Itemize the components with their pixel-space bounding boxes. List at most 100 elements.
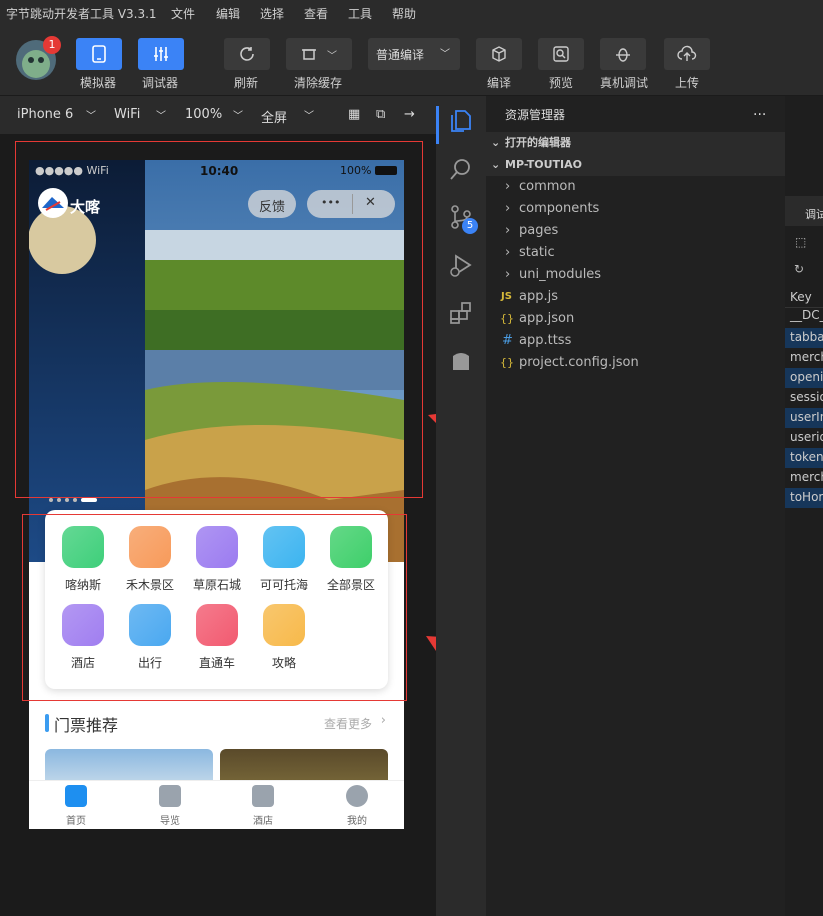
zoom-select[interactable]: 100% xyxy=(185,107,222,122)
refresh-icon[interactable]: ↻ xyxy=(785,260,823,284)
arrow-right-icon[interactable]: → xyxy=(404,107,415,122)
inspect-icon[interactable]: ⬚ xyxy=(785,232,823,256)
storage-key[interactable]: __DC_S xyxy=(790,308,823,322)
preview-icon xyxy=(553,46,569,62)
refresh-icon xyxy=(240,47,254,61)
grid-icon[interactable]: ▦ xyxy=(348,107,360,122)
file-item[interactable]: {} app.json xyxy=(486,308,785,330)
storage-key[interactable]: tabbar xyxy=(790,330,823,344)
files-icon[interactable] xyxy=(448,108,474,134)
debug-tab-bar: 调试 xyxy=(785,196,823,226)
storage-key[interactable]: toHom xyxy=(790,490,823,504)
storage-key[interactable]: openic xyxy=(790,370,823,384)
simulator-button[interactable] xyxy=(76,38,122,70)
tab-guide[interactable]: 导览 xyxy=(140,785,200,827)
chevron-right-icon[interactable]: › xyxy=(381,713,386,728)
tab-label: 导览 xyxy=(160,816,180,827)
toutiao-icon[interactable] xyxy=(448,348,474,374)
menu-select[interactable]: 选择 xyxy=(260,5,284,22)
debug-tab[interactable]: 调试 xyxy=(805,206,823,222)
folder-item[interactable]: › common xyxy=(486,176,785,198)
storage-key-header: Key xyxy=(785,288,823,308)
carousel-dot[interactable] xyxy=(65,498,69,502)
carousel-dot-active[interactable] xyxy=(81,498,97,502)
run-debug-icon[interactable] xyxy=(448,252,474,278)
menu-file[interactable]: 文件 xyxy=(171,5,195,22)
folder-item[interactable]: › static xyxy=(486,242,785,264)
icons-highlight-box xyxy=(22,514,407,701)
folder-item[interactable]: › pages xyxy=(486,220,785,242)
folder-label: pages xyxy=(519,223,559,238)
location-icon xyxy=(159,785,181,807)
compile-button[interactable] xyxy=(476,38,522,70)
chevron-down-icon: ﹀ xyxy=(156,111,166,122)
menu-edit[interactable]: 编辑 xyxy=(216,5,240,22)
chevron-down-icon: ﹀ xyxy=(440,49,450,60)
chevron-down-icon: ﹀ xyxy=(304,111,314,122)
chevron-right-icon: › xyxy=(505,179,511,194)
tab-hotel[interactable]: 酒店 xyxy=(233,785,293,827)
key-header: Key xyxy=(790,290,812,304)
search-icon[interactable] xyxy=(448,156,474,182)
tab-home[interactable]: 首页 xyxy=(46,785,106,827)
file-item[interactable]: JS app.js xyxy=(486,286,785,308)
folder-label: components xyxy=(519,201,600,216)
carousel-dot[interactable] xyxy=(57,498,61,502)
screen-select[interactable]: 全屏 xyxy=(261,107,287,126)
sliders-icon xyxy=(154,47,168,61)
open-editors-label: 打开的编辑器 xyxy=(505,136,571,149)
json-file-icon: {} xyxy=(500,356,514,369)
file-label: app.ttss xyxy=(519,333,572,348)
refresh-button[interactable] xyxy=(224,38,270,70)
menu-help[interactable]: 帮助 xyxy=(392,5,416,22)
more-options-icon[interactable]: ··· xyxy=(753,104,766,126)
section-accent xyxy=(45,714,49,732)
js-file-icon: JS xyxy=(501,291,512,302)
storage-key[interactable]: token xyxy=(790,450,823,464)
storage-key[interactable]: merch xyxy=(790,350,823,364)
menu-bar: 字节跳动开发者工具 V3.3.1 文件 编辑 选择 查看 工具 帮助 xyxy=(0,0,823,26)
chevron-right-icon: › xyxy=(505,201,511,216)
extensions-icon[interactable] xyxy=(448,300,474,326)
real-debug-button[interactable] xyxy=(600,38,646,70)
device-select[interactable]: iPhone 6 xyxy=(17,107,73,122)
clear-cache-button[interactable]: ﹀ xyxy=(286,38,352,70)
active-indicator xyxy=(436,106,439,144)
see-more-link[interactable]: 查看更多 xyxy=(324,715,372,732)
compile-mode-select[interactable]: 普通编译 ﹀ xyxy=(368,38,460,70)
file-item[interactable]: # app.ttss xyxy=(486,330,785,352)
carousel-dot[interactable] xyxy=(49,498,53,502)
open-editors-section[interactable]: ⌄ 打开的编辑器 xyxy=(486,132,785,154)
tab-mine[interactable]: 我的 xyxy=(327,785,387,827)
chevron-down-icon: ﹀ xyxy=(233,111,243,122)
folder-item[interactable]: › uni_modules xyxy=(486,264,785,286)
clear-cache-icon xyxy=(302,49,316,60)
debugger-label: 调试器 xyxy=(142,76,179,90)
upload-button[interactable] xyxy=(664,38,710,70)
network-select[interactable]: WiFi xyxy=(114,107,140,122)
preview-button[interactable] xyxy=(538,38,584,70)
chevron-down-icon: ﹀ xyxy=(327,50,337,62)
chevron-right-icon: › xyxy=(505,223,511,238)
storage-key[interactable]: userid xyxy=(790,430,823,444)
css-file-icon: # xyxy=(502,333,513,348)
storage-key[interactable]: merch xyxy=(790,470,823,484)
devtools-window: 字节跳动开发者工具 V3.3.1 文件 编辑 选择 查看 工具 帮助 1 模拟器… xyxy=(0,0,823,916)
bug-icon xyxy=(616,48,630,62)
project-section[interactable]: ⌄ MP-TOUTIAO xyxy=(486,154,785,176)
menu-view[interactable]: 查看 xyxy=(304,5,328,22)
storage-key[interactable]: userIn xyxy=(790,410,823,424)
simulator-label: 模拟器 xyxy=(80,76,117,90)
chevron-right-icon: › xyxy=(505,267,511,282)
screenshot-icon[interactable]: ⧉ xyxy=(376,107,385,122)
carousel-dot[interactable] xyxy=(73,498,77,502)
file-item[interactable]: {} project.config.json xyxy=(486,352,785,374)
user-icon xyxy=(346,785,368,807)
menu-tools[interactable]: 工具 xyxy=(348,5,372,22)
storage-key[interactable]: session xyxy=(790,390,823,404)
scm-badge: 5 xyxy=(462,218,478,234)
device-bar: iPhone 6 ﹀ WiFi ﹀ 100% ﹀ 全屏 ﹀ ▦ ⧉ → xyxy=(0,96,436,134)
folder-item[interactable]: › components xyxy=(486,198,785,220)
compile-label: 编译 xyxy=(487,76,512,90)
debugger-button[interactable] xyxy=(138,38,184,70)
